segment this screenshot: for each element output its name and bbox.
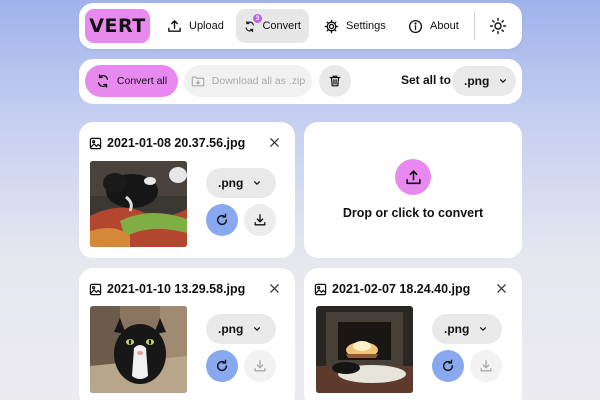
close-icon[interactable] (269, 283, 280, 294)
refresh-icon (216, 213, 228, 226)
convert-all-button[interactable]: Convert all (85, 65, 178, 97)
close-icon[interactable] (269, 137, 280, 148)
dropzone-text: Drop or click to convert (342, 206, 484, 220)
format-select[interactable]: .png (206, 168, 276, 198)
convert-file-button[interactable] (206, 204, 238, 236)
download-icon (480, 360, 492, 372)
download-icon (254, 360, 266, 372)
vert-logo[interactable]: VERT (85, 9, 150, 43)
chevron-down-icon (254, 327, 261, 332)
nav-convert[interactable]: 3 Convert (236, 9, 309, 43)
convert-all-label: Convert all (116, 75, 168, 87)
delete-all-button[interactable] (319, 65, 351, 97)
file-card-title: 2021-01-10 13.29.58.jpg (89, 282, 245, 296)
nav-settings-label: Settings (346, 20, 386, 32)
upload-button[interactable] (395, 159, 431, 195)
info-icon (408, 19, 423, 33)
file-thumbnail (90, 306, 187, 393)
trash-icon (329, 75, 341, 87)
nav-about-label: About (430, 20, 459, 32)
nav-about[interactable]: About (400, 9, 467, 43)
file-name: 2021-01-08 20.37.56.jpg (107, 136, 246, 150)
dropzone[interactable]: Drop or click to convert (304, 122, 522, 258)
set-all-label: Set all to (401, 73, 452, 87)
image-icon (314, 283, 327, 295)
close-icon[interactable] (496, 283, 507, 294)
top-navbar: VERT Upload 3 Convert Settings About (79, 3, 522, 49)
gear-icon (324, 19, 339, 33)
file-card-title: 2021-01-08 20.37.56.jpg (89, 136, 245, 150)
file-card: 2021-01-10 13.29.58.jpg .png (79, 268, 295, 400)
file-name: 2021-02-07 18.24.40.jpg (332, 282, 471, 296)
format-value: .png (444, 322, 470, 336)
upload-icon (168, 19, 181, 32)
download-zip-button[interactable]: Download all as .zip (184, 65, 312, 97)
format-select[interactable]: .png (432, 314, 502, 344)
nav-divider (474, 12, 475, 40)
upload-icon (405, 169, 421, 184)
download-file-button[interactable] (244, 350, 276, 382)
chevron-down-icon (254, 181, 261, 186)
file-name: 2021-01-10 13.29.58.jpg (107, 282, 246, 296)
conversion-toolbar: Convert all Download all as .zip Set all… (79, 59, 522, 104)
folder-download-icon (191, 76, 205, 87)
format-value: .png (218, 322, 244, 336)
chevron-down-icon (500, 79, 507, 84)
nav-convert-label: Convert (262, 20, 301, 32)
download-zip-label: Download all as .zip (211, 75, 306, 87)
file-thumbnail (90, 161, 187, 247)
format-select[interactable]: .png (206, 314, 276, 344)
nav-settings[interactable]: Settings (316, 9, 394, 43)
file-card: 2021-01-08 20.37.56.jpg .png (79, 122, 295, 258)
convert-file-button[interactable] (432, 350, 464, 382)
set-all-format-value: .png (464, 74, 490, 88)
nav-upload-label: Upload (189, 20, 224, 32)
chevron-down-icon (480, 327, 487, 332)
refresh-icon (216, 359, 228, 372)
refresh-icon (442, 359, 454, 372)
download-icon (254, 214, 266, 226)
sun-icon[interactable] (489, 17, 507, 35)
image-icon (89, 137, 102, 149)
nav-upload[interactable]: Upload (159, 9, 232, 43)
file-thumbnail (316, 306, 413, 393)
format-value: .png (218, 176, 244, 190)
download-file-button[interactable] (470, 350, 502, 382)
convert-file-button[interactable] (206, 350, 238, 382)
set-all-format-select[interactable]: .png (452, 66, 516, 96)
file-card-title: 2021-02-07 18.24.40.jpg (314, 282, 470, 296)
convert-count-badge: 3 (253, 14, 262, 23)
image-icon (89, 283, 102, 295)
refresh-icon (97, 74, 108, 88)
download-file-button[interactable] (244, 204, 276, 236)
file-card: 2021-02-07 18.24.40.jpg .png (304, 268, 522, 400)
